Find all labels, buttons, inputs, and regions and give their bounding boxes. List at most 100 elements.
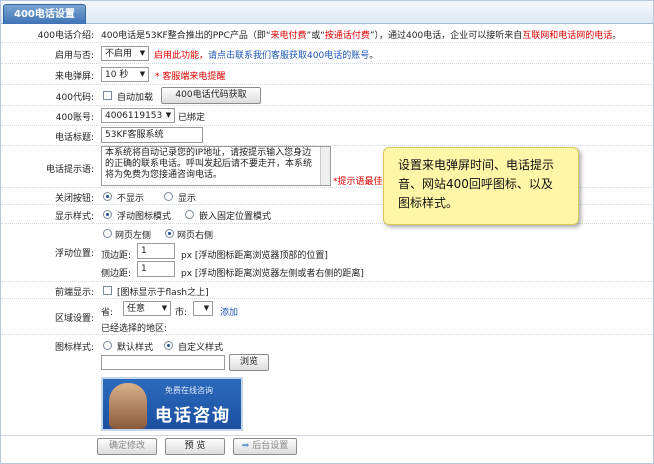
top-margin-input[interactable]: 1 bbox=[137, 243, 175, 259]
account-row: 400账号: 4006119153 ▼ 已绑定 bbox=[1, 106, 653, 126]
close-show-label: 显示 bbox=[178, 194, 197, 204]
banner-big-text: 电话咨询 bbox=[155, 406, 231, 426]
flash-top-checkbox[interactable] bbox=[103, 286, 112, 295]
intro-red-a: 来电付费 bbox=[270, 31, 307, 41]
phone-title-input[interactable]: 53KF客服系统 bbox=[101, 127, 203, 143]
page-left-label: 网页左侧 bbox=[115, 231, 152, 241]
province-select-value: 任意 bbox=[127, 304, 146, 314]
popup-select-value: 10 秒 bbox=[105, 70, 129, 80]
contact-support-link[interactable]: 请点击联系我们客服获取400电话的账号 bbox=[208, 51, 369, 61]
browse-button[interactable]: 浏览 bbox=[229, 354, 269, 371]
page-right-label: 网页右侧 bbox=[177, 231, 214, 241]
confirm-modify-button[interactable]: 确定修改 bbox=[97, 438, 157, 455]
enable-note-end: 。 bbox=[369, 51, 379, 61]
chevron-down-icon: ▼ bbox=[165, 111, 172, 119]
scrollbar[interactable] bbox=[320, 147, 330, 185]
tooltip-callout: 设置来电弹屏时间、电话提示音、网站400回呼图标、以及图标样式。 bbox=[383, 147, 579, 225]
enable-note-red: 启用此功能， bbox=[154, 51, 209, 61]
popup-label: 来电弹屏: bbox=[54, 72, 94, 82]
preview-button[interactable]: 预 览 bbox=[165, 438, 225, 455]
region-row: 区域设置: 省: 任意 ▼ 市: ▼ 添加 已经选择的地区: bbox=[1, 299, 653, 335]
float-mode-label: 浮动图标模式 bbox=[117, 212, 172, 222]
chevron-down-icon: ▼ bbox=[203, 304, 210, 312]
backend-settings-button[interactable]: ➡ 后台设置 bbox=[233, 438, 297, 455]
flash-top-label: [图标显示于flash之上] bbox=[117, 288, 209, 298]
tab-400-settings[interactable]: 400电话设置 bbox=[3, 4, 86, 24]
intro-text-b: ”或“ bbox=[306, 31, 325, 41]
backend-settings-label: 后台设置 bbox=[252, 441, 289, 451]
account-select[interactable]: 4006119153 ▼ bbox=[101, 108, 175, 123]
icon-style-row: 图标样式: 默认样式 自定义样式 浏览 bbox=[1, 335, 653, 436]
title-row: 电话标题: 53KF客服系统 bbox=[1, 126, 653, 146]
city-label: 市: bbox=[175, 308, 188, 318]
chevron-down-icon: ▼ bbox=[139, 49, 146, 57]
front-label: 前端显示: bbox=[54, 288, 94, 298]
side-margin-input[interactable]: 1 bbox=[137, 261, 175, 277]
top-margin-label: 顶边距: bbox=[101, 251, 132, 261]
prompt-label: 电话提示语: bbox=[45, 165, 94, 175]
banner-small-text: 免费在线咨询 bbox=[165, 386, 213, 395]
embed-mode-label: 嵌入固定位置模式 bbox=[199, 212, 272, 222]
embed-mode-radio[interactable] bbox=[185, 210, 194, 219]
enable-label: 启用与否: bbox=[54, 51, 94, 61]
prompt-textarea[interactable]: 本系统将自动记录您的IP地址，请按提示输入您身边的正确的联系电话。呼叫发起后请不… bbox=[101, 146, 331, 186]
page-left-radio[interactable] bbox=[103, 229, 112, 238]
settings-panel: 400电话设置 400电话介绍: 400电话是53KF整合推出的PPC产品（即“… bbox=[0, 0, 654, 464]
code-row: 400代码: 自动加载 400电话代码获取 bbox=[1, 85, 653, 106]
account-status: 已绑定 bbox=[178, 113, 206, 123]
selected-regions-label: 已经选择的地区: bbox=[101, 324, 168, 334]
tab-bar: 400电话设置 bbox=[1, 1, 653, 24]
intro-text-c: ”），通过400电话，企业可以接听来自 bbox=[369, 31, 523, 41]
popup-note: * 客服端来电提醒 bbox=[155, 72, 226, 82]
custom-style-radio[interactable] bbox=[164, 341, 173, 350]
account-label: 400账号: bbox=[55, 113, 94, 123]
region-label: 区域设置: bbox=[54, 314, 94, 324]
intro-red-b: 按通话付费 bbox=[324, 31, 370, 41]
enable-note: 启用此功能，请点击联系我们客服获取400电话的账号。 bbox=[154, 48, 378, 61]
close-hide-radio[interactable] bbox=[103, 192, 112, 201]
customer-service-avatar-icon bbox=[109, 383, 147, 429]
float-row: 浮动位置: 网页左侧 网页右侧 顶边距: 1 px [浮动图标距离浏览器顶部的位… bbox=[1, 224, 653, 282]
enable-row: 启用与否: 不启用 ▼ 启用此功能，请点击联系我们客服获取400电话的账号。 bbox=[1, 43, 653, 64]
intro-text: 400电话是53KF整合推出的PPC产品（即“来电付费”或“按通话付费”），通过… bbox=[101, 28, 621, 41]
close-show-radio[interactable] bbox=[164, 192, 173, 201]
code-label: 400代码: bbox=[55, 93, 94, 103]
icon-style-label: 图标样式: bbox=[54, 343, 94, 353]
custom-style-label: 自定义样式 bbox=[178, 343, 224, 353]
default-style-radio[interactable] bbox=[103, 341, 112, 350]
front-row: 前端显示: [图标显示于flash之上] bbox=[1, 282, 653, 299]
enable-select-value: 不启用 bbox=[105, 49, 133, 59]
page-right-radio[interactable] bbox=[165, 229, 174, 238]
side-margin-label: 侧边距: bbox=[101, 269, 132, 279]
icon-file-input[interactable] bbox=[101, 355, 225, 370]
chevron-down-icon: ▼ bbox=[139, 70, 146, 78]
auto-load-checkbox[interactable] bbox=[103, 91, 112, 100]
display-label: 显示样式: bbox=[54, 212, 94, 222]
title-label: 电话标题: bbox=[54, 133, 94, 143]
default-style-label: 默认样式 bbox=[117, 343, 154, 353]
float-label: 浮动位置: bbox=[54, 249, 94, 259]
popup-duration-select[interactable]: 10 秒 ▼ bbox=[101, 67, 149, 82]
province-select[interactable]: 任意 ▼ bbox=[123, 301, 171, 316]
float-mode-radio[interactable] bbox=[103, 210, 112, 219]
intro-label: 400电话介绍: bbox=[37, 31, 94, 41]
get-code-button[interactable]: 400电话代码获取 bbox=[161, 87, 261, 104]
top-margin-unit: px [浮动图标距离浏览器顶部的位置] bbox=[181, 251, 328, 261]
auto-load-label: 自动加载 bbox=[117, 93, 154, 103]
intro-row: 400电话介绍: 400电话是53KF整合推出的PPC产品（即“来电付费”或“按… bbox=[1, 24, 653, 43]
prompt-textarea-value: 本系统将自动记录您的IP地址，请按提示输入您身边的正确的联系电话。呼叫发起后请不… bbox=[105, 148, 313, 180]
close-hide-label: 不显示 bbox=[117, 194, 145, 204]
account-select-value: 4006119153 bbox=[105, 111, 163, 121]
city-select[interactable]: ▼ bbox=[193, 301, 213, 316]
intro-text-a: 400电话是53KF整合推出的PPC产品（即“ bbox=[101, 31, 271, 41]
chevron-down-icon: ▼ bbox=[161, 304, 168, 312]
arrow-right-icon: ➡ bbox=[241, 441, 250, 451]
intro-text-d: 。 bbox=[612, 31, 622, 41]
icon-preview-banner: 免费在线咨询 电话咨询 bbox=[101, 377, 243, 431]
close-label: 关闭按钮: bbox=[54, 194, 94, 204]
enable-select[interactable]: 不启用 ▼ bbox=[101, 46, 149, 61]
province-label: 省: bbox=[101, 308, 114, 318]
add-region-link[interactable]: 添加 bbox=[220, 305, 238, 318]
side-margin-unit: px [浮动图标距离浏览器左侧或者右侧的距离] bbox=[181, 269, 364, 279]
intro-red-c: 互联网和电话网的电话 bbox=[522, 31, 613, 41]
